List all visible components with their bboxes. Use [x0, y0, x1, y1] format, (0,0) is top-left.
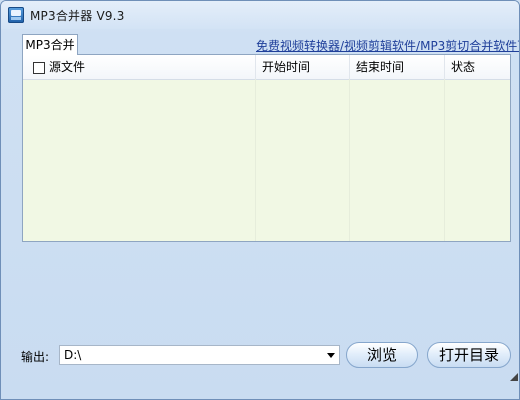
- window-title: MP3合并器 V9.3: [30, 9, 125, 23]
- file-list[interactable]: 源文件 开始时间 结束时间 状态: [22, 54, 511, 242]
- grid-line: [349, 79, 350, 241]
- column-start-time[interactable]: 开始时间: [256, 55, 350, 79]
- output-label: 输出:: [21, 350, 50, 364]
- tab-mp3-merge[interactable]: MP3合并: [22, 34, 78, 55]
- select-all-checkbox[interactable]: [33, 62, 45, 74]
- grid-line: [444, 79, 445, 241]
- resize-grip-icon[interactable]: [510, 373, 518, 381]
- column-end-time[interactable]: 结束时间: [350, 55, 445, 79]
- column-source-label: 源文件: [49, 60, 86, 74]
- app-icon: [8, 7, 24, 23]
- download-link[interactable]: 免费视频转换器/视频剪辑软件/MP3剪切合并软件下载: [256, 37, 519, 54]
- title-bar: MP3合并器 V9.3: [1, 1, 519, 29]
- column-status[interactable]: 状态: [445, 55, 510, 79]
- column-source-file[interactable]: 源文件: [23, 55, 256, 79]
- browse-button[interactable]: 浏览: [346, 342, 418, 368]
- open-directory-button[interactable]: 打开目录: [427, 342, 511, 368]
- app-window: MP3合并器 V9.3 MP3合并 免费视频转换器/视频剪辑软件/MP3剪切合并…: [0, 0, 520, 400]
- chevron-down-icon[interactable]: [327, 353, 335, 358]
- list-header: 源文件 开始时间 结束时间 状态: [23, 55, 510, 80]
- grid-line: [255, 79, 256, 241]
- output-path-value: D:\: [64, 348, 82, 362]
- output-path-select[interactable]: D:\: [59, 345, 340, 365]
